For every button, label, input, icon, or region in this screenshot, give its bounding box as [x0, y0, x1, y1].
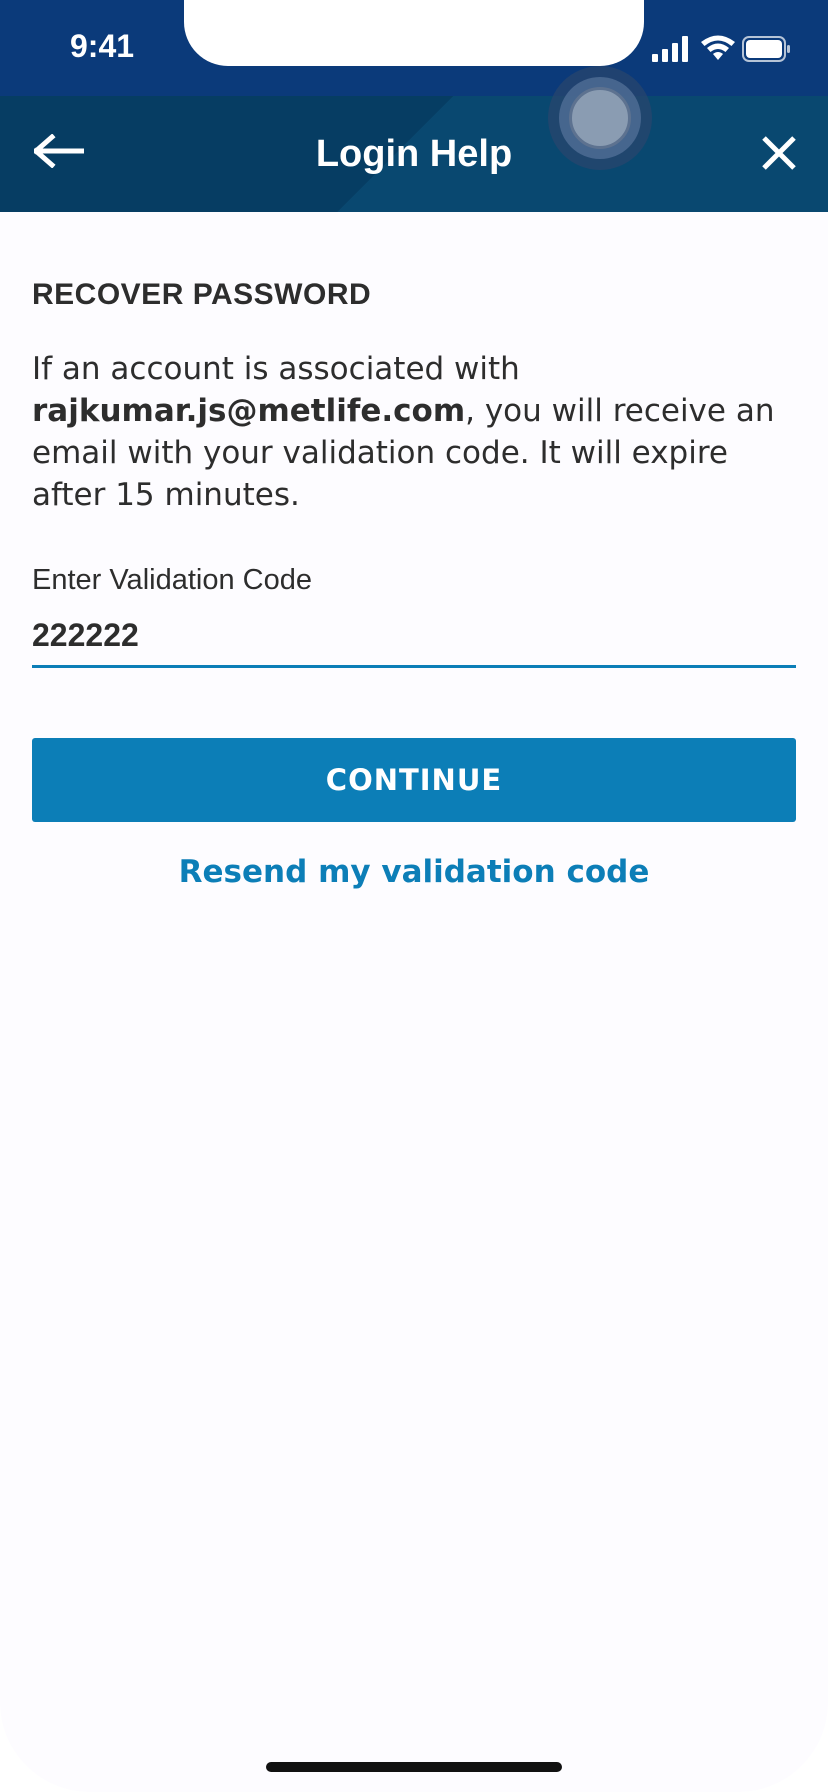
arrow-left-icon [34, 134, 84, 168]
page-title: Login Help [315, 132, 513, 175]
assistive-touch-ring [559, 77, 641, 159]
status-bar: 9:41 [0, 0, 828, 96]
resend-code-link[interactable]: Resend my validation code [32, 854, 796, 890]
continue-button[interactable]: CONTINUE [32, 738, 796, 822]
home-indicator [266, 1762, 562, 1772]
wifi-icon [701, 35, 735, 60]
assistive-touch-button[interactable] [548, 66, 652, 170]
account-email: rajkumar.js@metlife.com [32, 393, 466, 429]
app-header: Login Help [0, 96, 828, 212]
signal-icon [652, 36, 688, 62]
info-prefix: If an account is associated with [32, 351, 520, 387]
device-notch [184, 0, 644, 66]
close-icon [762, 136, 796, 170]
close-button[interactable] [744, 118, 814, 188]
assistive-touch-core [569, 87, 631, 149]
status-time: 9:41 [70, 28, 135, 64]
validation-code-label: Enter Validation Code [32, 564, 312, 596]
phone-screen: 9:41 Login Help RECOVER PASSWORD If an a… [0, 0, 828, 1792]
info-text: If an account is associated with rajkuma… [32, 348, 802, 516]
back-button[interactable] [24, 116, 94, 186]
section-title: RECOVER PASSWORD [32, 278, 372, 311]
battery-icon [742, 36, 790, 62]
validation-code-input[interactable] [32, 606, 796, 668]
